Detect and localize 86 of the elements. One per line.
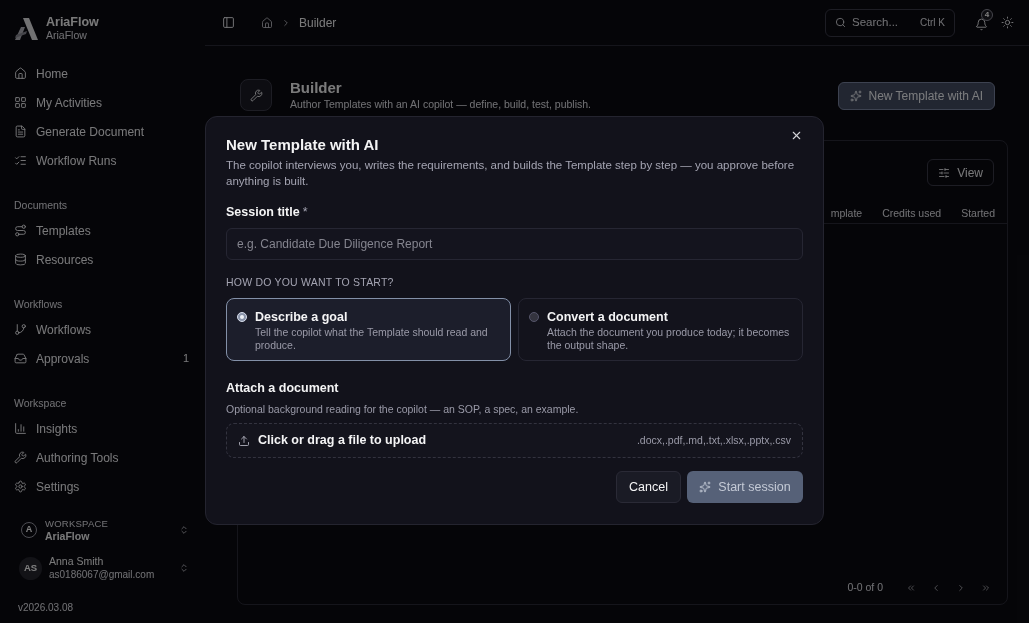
- workspace-switcher[interactable]: A WORKSPACE AriaFlow: [8, 513, 197, 547]
- sparkles-icon: [849, 90, 862, 102]
- sun-icon[interactable]: [1001, 16, 1014, 29]
- brand-name: AriaFlow: [46, 15, 99, 29]
- field-label: Attach a document: [226, 380, 340, 396]
- chevron-left-icon[interactable]: [931, 583, 941, 594]
- bar-chart-icon: [14, 422, 27, 435]
- view-button[interactable]: View: [927, 159, 994, 186]
- nav-item[interactable]: Workflow Runs: [8, 146, 197, 175]
- wrench-icon: [14, 451, 27, 464]
- nav-item[interactable]: Insights: [8, 414, 197, 443]
- section-heading: Documents: [13, 198, 68, 212]
- nav-item[interactable]: Approvals 1: [8, 344, 197, 373]
- field-label: Session title *: [226, 204, 309, 220]
- nav-item[interactable]: Resources: [8, 245, 197, 274]
- branch-icon: [14, 323, 27, 336]
- file-formats: .docx,.pdf,.md,.txt,.xlsx,.pptx,.csv: [636, 432, 791, 448]
- chevrons-left-icon[interactable]: [906, 583, 916, 594]
- search-placeholder: Search...: [852, 14, 899, 30]
- user-menu[interactable]: AS Anna Smith as0186067@gmail.com: [8, 551, 197, 585]
- workspace-name: AriaFlow: [45, 529, 91, 543]
- settings-icon: [14, 480, 27, 493]
- dropzone-label: Click or drag a file to upload: [258, 432, 427, 450]
- option-card[interactable]: Describe a goal Tell the copilot what the Template should read and produce.: [226, 298, 511, 361]
- breadcrumb-item: Builder: [299, 14, 337, 32]
- nav-item[interactable]: Templates: [8, 216, 197, 245]
- column-header: Credits used: [882, 205, 942, 221]
- new-template-button[interactable]: New Template with AI: [837, 82, 995, 110]
- database-icon: [14, 253, 27, 266]
- wrench-icon: [240, 79, 272, 111]
- notification-badge: 4: [981, 8, 993, 21]
- option-title: Describe a goal: [255, 309, 349, 325]
- user-avatar: AS: [19, 556, 42, 580]
- chevron-right-icon[interactable]: [956, 583, 966, 594]
- workspace-label: WORKSPACE: [45, 517, 109, 530]
- document-icon: [14, 125, 27, 138]
- option-title: Convert a document: [547, 309, 669, 325]
- nav-item[interactable]: Settings: [8, 472, 197, 501]
- search-icon: [835, 17, 846, 28]
- close-icon[interactable]: [790, 129, 803, 142]
- column-header: Started: [961, 205, 995, 221]
- sparkles-icon: [699, 481, 712, 493]
- shortcut-hint: Ctrl K: [920, 16, 945, 30]
- logo-icon: [14, 17, 38, 40]
- item-count: 1: [182, 351, 189, 367]
- user-name: Anna Smith: [49, 555, 105, 568]
- cancel-button[interactable]: Cancel: [616, 471, 681, 503]
- field-hint: Optional background reading for the copilot — an SOP, a spec, an example.: [226, 402, 580, 416]
- section-heading: HOW DO YOU WANT TO START?: [226, 275, 395, 289]
- page-subtitle: Author Templates with an AI copilot — define, build, test, publish.: [290, 97, 591, 111]
- column-header: mplate: [830, 205, 863, 221]
- panel-icon[interactable]: [222, 16, 235, 29]
- notifications-button[interactable]: 4: [969, 8, 993, 37]
- nav-item[interactable]: Workflows: [8, 315, 197, 344]
- inbox-icon: [14, 352, 27, 365]
- nav-item[interactable]: Authoring Tools: [8, 443, 197, 472]
- route-icon: [14, 224, 27, 237]
- search-field[interactable]: Search... Ctrl K: [825, 8, 955, 37]
- nav-item[interactable]: My Activities: [8, 88, 197, 117]
- option-card[interactable]: Convert a document Attach the document you produce today; it becomes the output shape.: [518, 298, 803, 361]
- dialog-title: New Template with AI: [226, 135, 379, 155]
- home-icon: [14, 67, 27, 80]
- grid-icon: [14, 96, 27, 109]
- session-title-input[interactable]: e.g. Candidate Due Diligence Report: [226, 228, 803, 260]
- section-heading: Workspace: [13, 396, 67, 410]
- option-description: Attach the document you produce today; it becomes the output shape.: [547, 326, 790, 352]
- chevron-right-icon: [281, 17, 291, 28]
- chevrons-up-down-icon: [179, 525, 189, 535]
- chevrons-up-down-icon: [179, 563, 189, 573]
- user-email: as0186067@gmail.com: [49, 568, 155, 581]
- dialog-description: The copilot interviews you, writes the requirements, and builds the Template step by step — you approve before anything is built.: [226, 158, 796, 189]
- file-dropzone[interactable]: Click or drag a file to upload .docx,.pdf,.md,.txt,.xlsx,.pptx,.csv: [226, 423, 803, 458]
- pagination-range: 0-0 of 0: [847, 580, 883, 596]
- version-label: v2026.03.08: [17, 601, 74, 615]
- chevrons-right-icon[interactable]: [981, 583, 991, 594]
- section-heading: Workflows: [13, 297, 63, 311]
- upload-icon: [238, 434, 250, 447]
- nav-item[interactable]: Home: [8, 59, 197, 88]
- nav-item[interactable]: Generate Document: [8, 117, 197, 146]
- option-description: Tell the copilot what the Template should read and produce.: [255, 326, 489, 352]
- home-icon[interactable]: [261, 16, 273, 29]
- brand-subtitle: AriaFlow: [46, 29, 88, 42]
- sliders-icon: [938, 166, 951, 179]
- page-title: Builder: [290, 79, 343, 97]
- list-checks-icon: [14, 154, 27, 167]
- bell-icon: [974, 17, 988, 31]
